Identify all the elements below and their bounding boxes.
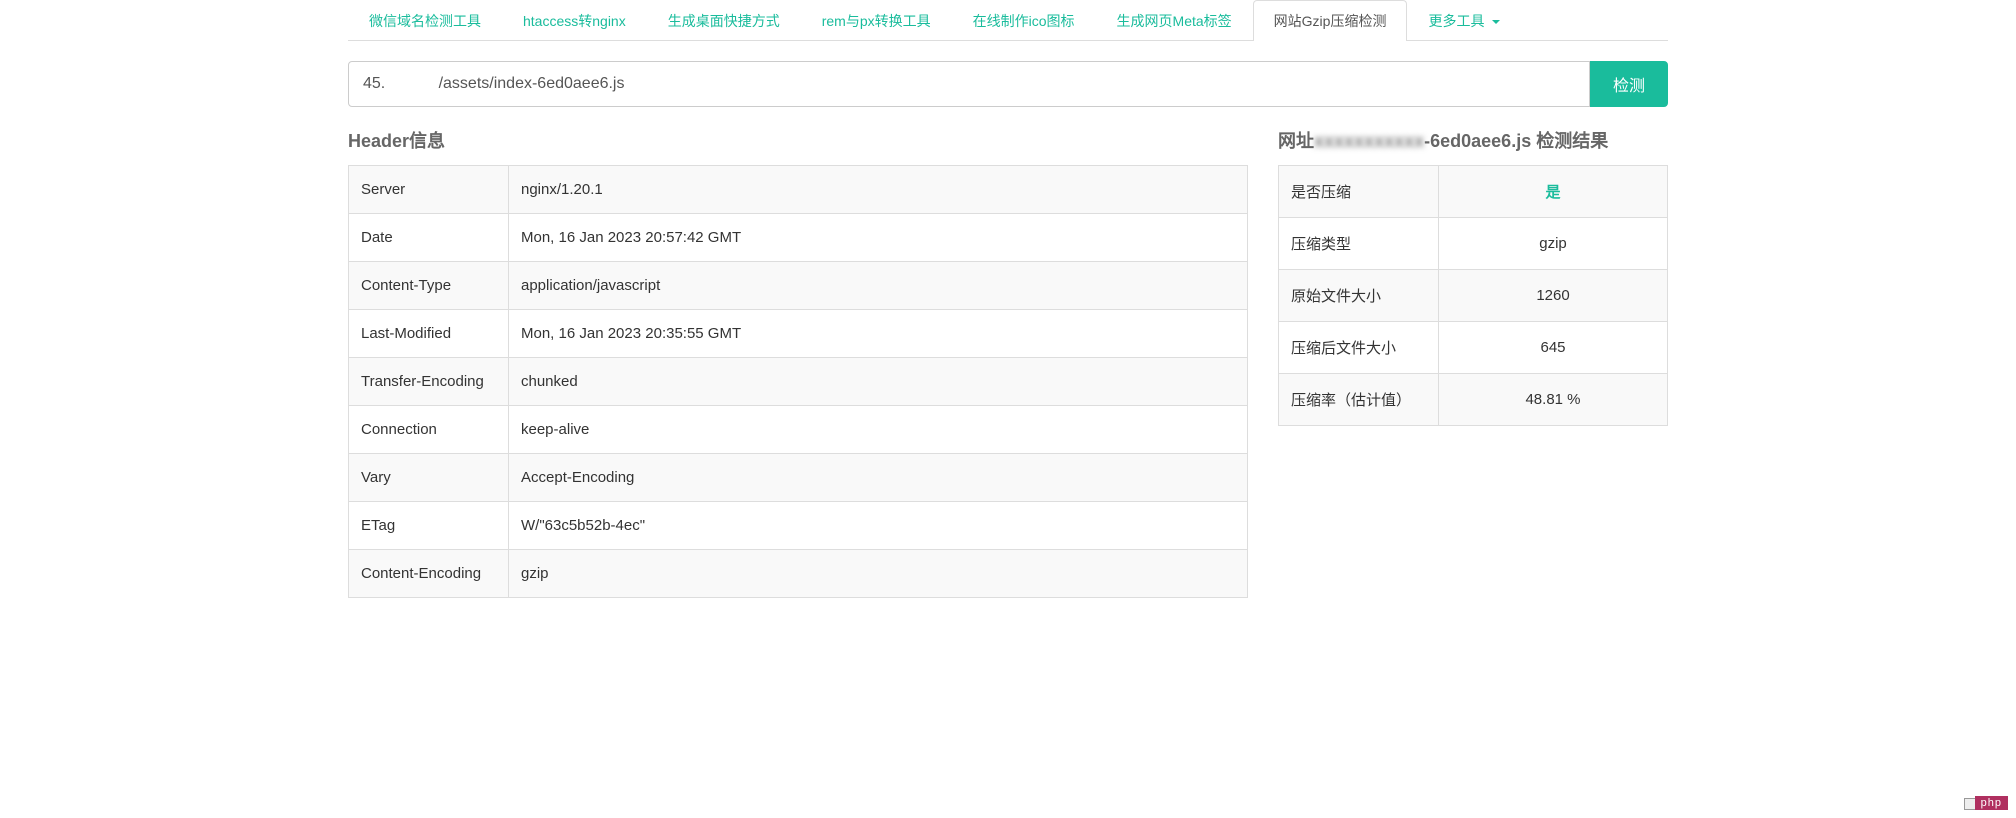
result-title-redacted: xxxxxxxxxxx	[1314, 131, 1424, 151]
table-row: 压缩类型gzip	[1279, 218, 1668, 270]
tab-desktop-shortcut[interactable]: 生成桌面快捷方式	[647, 0, 801, 41]
table-row: Content-Encodinggzip	[349, 550, 1248, 598]
chevron-down-icon	[1492, 20, 1500, 24]
result-title-suffix: -6ed0aee6.js 检测结果	[1424, 131, 1608, 151]
header-key: Connection	[349, 406, 509, 454]
result-table: 是否压缩是压缩类型gzip原始文件大小1260压缩后文件大小645压缩率（估计值…	[1278, 165, 1668, 426]
table-row: Transfer-Encodingchunked	[349, 358, 1248, 406]
result-value: 1260	[1439, 270, 1668, 322]
result-key: 压缩率（估计值）	[1279, 374, 1439, 426]
tab-ico-maker[interactable]: 在线制作ico图标	[952, 0, 1096, 41]
header-value: Accept-Encoding	[509, 454, 1248, 502]
result-value: 是	[1439, 166, 1668, 218]
result-value: gzip	[1439, 218, 1668, 270]
header-key: Transfer-Encoding	[349, 358, 509, 406]
header-value: Mon, 16 Jan 2023 20:35:55 GMT	[509, 310, 1248, 358]
detect-button[interactable]: 检测	[1590, 61, 1668, 107]
table-row: 原始文件大小1260	[1279, 270, 1668, 322]
header-key: Date	[349, 214, 509, 262]
result-value: 48.81 %	[1439, 374, 1668, 426]
table-row: VaryAccept-Encoding	[349, 454, 1248, 502]
table-row: DateMon, 16 Jan 2023 20:57:42 GMT	[349, 214, 1248, 262]
tool-tabs: 微信域名检测工具 htaccess转nginx 生成桌面快捷方式 rem与px转…	[348, 0, 1668, 41]
header-section-title: Header信息	[348, 127, 1248, 153]
header-table: Servernginx/1.20.1DateMon, 16 Jan 2023 2…	[348, 165, 1248, 598]
url-input[interactable]	[348, 61, 1590, 107]
header-value: chunked	[509, 358, 1248, 406]
table-row: Content-Typeapplication/javascript	[349, 262, 1248, 310]
search-row: 检测	[348, 61, 1668, 107]
header-key: ETag	[349, 502, 509, 550]
tab-meta-generator[interactable]: 生成网页Meta标签	[1096, 0, 1253, 41]
more-tools-label: 更多工具	[1428, 13, 1484, 29]
table-row: Last-ModifiedMon, 16 Jan 2023 20:35:55 G…	[349, 310, 1248, 358]
header-key: Content-Type	[349, 262, 509, 310]
table-row: 是否压缩是	[1279, 166, 1668, 218]
result-value: 645	[1439, 322, 1668, 374]
tab-more-tools[interactable]: 更多工具	[1407, 0, 1521, 41]
table-row: 压缩后文件大小645	[1279, 322, 1668, 374]
header-key: Vary	[349, 454, 509, 502]
header-value: nginx/1.20.1	[509, 166, 1248, 214]
tab-wechat-domain-check[interactable]: 微信域名检测工具	[348, 0, 502, 41]
result-key: 原始文件大小	[1279, 270, 1439, 322]
result-key: 压缩类型	[1279, 218, 1439, 270]
result-section-title: 网址xxxxxxxxxxx-6ed0aee6.js 检测结果	[1278, 127, 1668, 153]
table-row: ETagW/"63c5b52b-4ec"	[349, 502, 1248, 550]
result-title-prefix: 网址	[1278, 131, 1314, 151]
result-key: 是否压缩	[1279, 166, 1439, 218]
table-row: 压缩率（估计值）48.81 %	[1279, 374, 1668, 426]
tab-gzip-check[interactable]: 网站Gzip压缩检测	[1253, 0, 1408, 41]
header-value: application/javascript	[509, 262, 1248, 310]
header-value: gzip	[509, 550, 1248, 598]
result-key: 压缩后文件大小	[1279, 322, 1439, 374]
header-value: W/"63c5b52b-4ec"	[509, 502, 1248, 550]
header-key: Content-Encoding	[349, 550, 509, 598]
header-key: Last-Modified	[349, 310, 509, 358]
tab-htaccess-nginx[interactable]: htaccess转nginx	[502, 0, 647, 41]
table-row: Connectionkeep-alive	[349, 406, 1248, 454]
header-key: Server	[349, 166, 509, 214]
tab-rem-px[interactable]: rem与px转换工具	[801, 0, 952, 41]
table-row: Servernginx/1.20.1	[349, 166, 1248, 214]
header-value: keep-alive	[509, 406, 1248, 454]
watermark: php	[1975, 796, 2008, 810]
header-value: Mon, 16 Jan 2023 20:57:42 GMT	[509, 214, 1248, 262]
